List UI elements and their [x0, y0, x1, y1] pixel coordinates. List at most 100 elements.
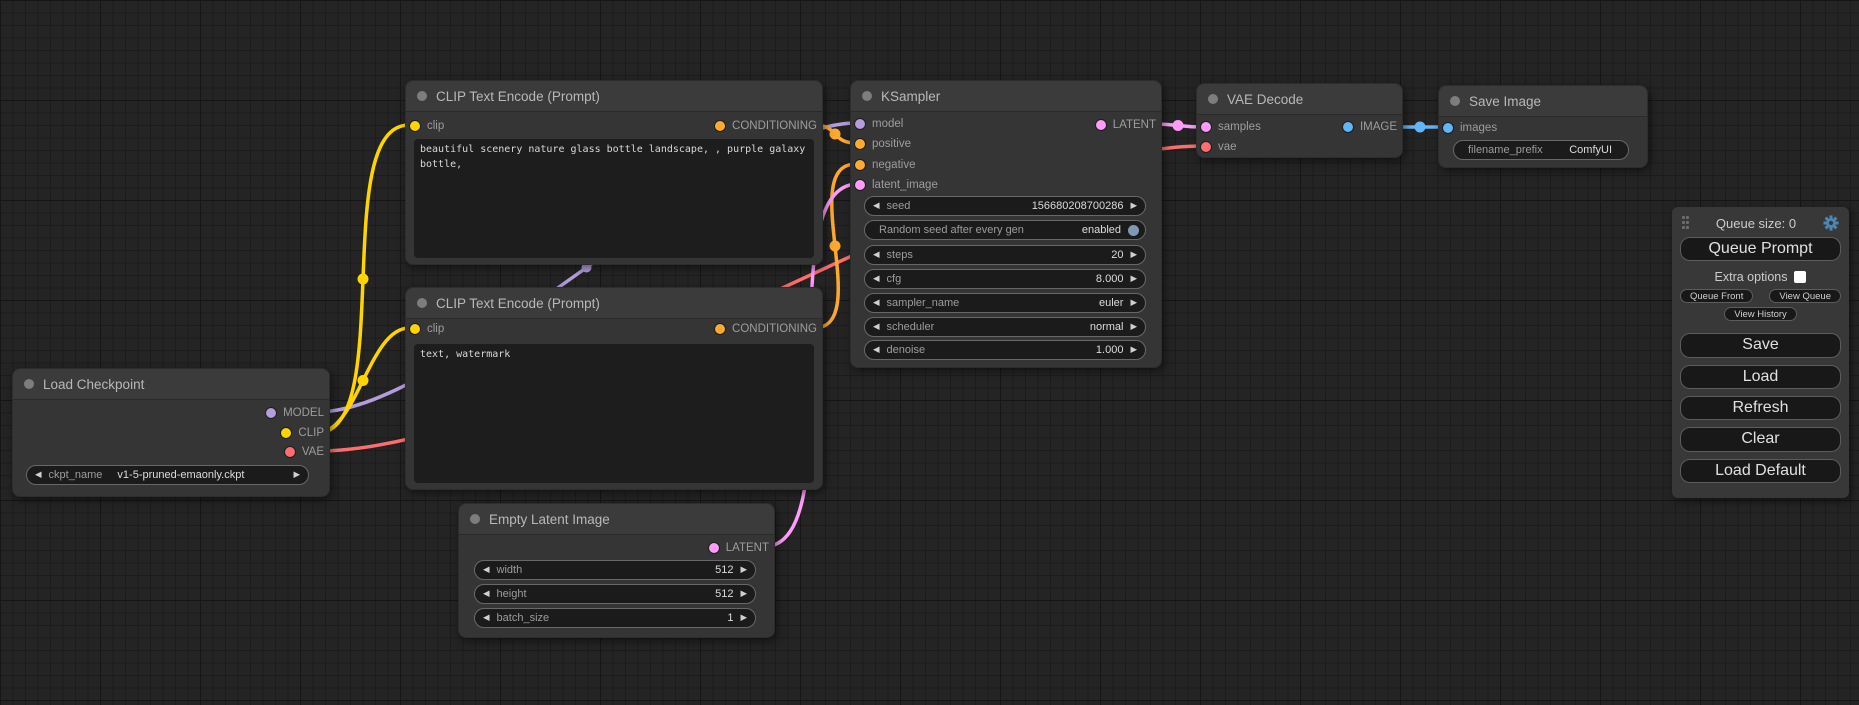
queue-front-button[interactable]: Queue Front [1680, 289, 1753, 303]
widget-height[interactable]: ◀ height 512 ▶ [474, 584, 756, 604]
decrement-arrow-icon[interactable]: ◀ [873, 323, 880, 332]
widget-steps[interactable]: ◀ steps 20 ▶ [864, 245, 1146, 265]
widget-sampler-name[interactable]: ◀ sampler_name euler ▶ [864, 293, 1146, 313]
prompt-textarea[interactable]: beautiful scenery nature glass bottle la… [414, 139, 814, 258]
decrement-arrow-icon[interactable]: ◀ [483, 590, 490, 599]
port-label: VAE [302, 446, 324, 458]
decrement-arrow-icon[interactable]: ◀ [35, 471, 42, 480]
widget-denoise[interactable]: ◀ denoise 1.000 ▶ [864, 340, 1146, 360]
collapse-dot-icon[interactable] [862, 91, 872, 101]
node-title-bar[interactable]: Save Image [1439, 86, 1647, 117]
increment-arrow-icon[interactable]: ▶ [1130, 202, 1137, 211]
settings-gear-icon[interactable] [1823, 215, 1839, 231]
collapse-dot-icon[interactable] [1208, 94, 1218, 104]
node-title-bar[interactable]: KSampler [851, 81, 1161, 112]
widget-label: sampler_name [887, 297, 960, 309]
port-dot-image[interactable] [1443, 123, 1453, 133]
collapse-dot-icon[interactable] [1450, 96, 1460, 106]
decrement-arrow-icon[interactable]: ◀ [483, 614, 490, 623]
collapse-dot-icon[interactable] [470, 514, 480, 524]
node-vae-decode[interactable]: VAE Decode samples IMAGE vae [1196, 83, 1403, 158]
node-save-image[interactable]: Save Image images filename_prefix ComfyU… [1438, 85, 1648, 168]
increment-arrow-icon[interactable]: ▶ [1130, 323, 1137, 332]
widget-random-seed-toggle[interactable]: Random seed after every gen enabled [864, 220, 1146, 240]
node-ksampler[interactable]: KSampler model LATENT positive negative … [850, 80, 1162, 368]
input-port-images: images [1443, 118, 1497, 138]
collapse-dot-icon[interactable] [24, 379, 34, 389]
decrement-arrow-icon[interactable]: ◀ [873, 202, 880, 211]
port-dot-model[interactable] [855, 119, 865, 129]
increment-arrow-icon[interactable]: ▶ [1130, 299, 1137, 308]
port-dot-conditioning[interactable] [855, 160, 865, 170]
input-port-samples: samples [1201, 117, 1261, 137]
node-title-bar[interactable]: CLIP Text Encode (Prompt) [406, 81, 822, 112]
port-dot-conditioning[interactable] [715, 324, 725, 334]
load-button[interactable]: Load [1680, 365, 1841, 389]
drag-handle-icon[interactable] [1682, 216, 1689, 230]
node-empty-latent-image[interactable]: Empty Latent Image LATENT ◀ width 512 ▶ … [458, 503, 775, 638]
increment-arrow-icon[interactable]: ▶ [740, 566, 747, 575]
extra-options-checkbox[interactable] [1794, 271, 1806, 283]
queue-prompt-button[interactable]: Queue Prompt [1680, 237, 1841, 261]
input-port-vae: vae [1201, 137, 1237, 157]
widget-value: 512 [715, 588, 733, 600]
node-clip-text-encode-positive[interactable]: CLIP Text Encode (Prompt) clip CONDITION… [405, 80, 823, 265]
node-title-bar[interactable]: Load Checkpoint [13, 369, 329, 400]
widget-label: steps [887, 249, 913, 261]
decrement-arrow-icon[interactable]: ◀ [873, 346, 880, 355]
port-dot-latent[interactable] [855, 180, 865, 190]
toggle-dot[interactable] [1128, 225, 1139, 236]
input-port-clip: clip [410, 116, 444, 136]
widget-value: 20 [1111, 249, 1123, 261]
port-dot-clip[interactable] [410, 324, 420, 334]
increment-arrow-icon[interactable]: ▶ [740, 614, 747, 623]
widget-cfg[interactable]: ◀ cfg 8.000 ▶ [864, 269, 1146, 289]
port-dot-clip[interactable] [281, 428, 291, 438]
increment-arrow-icon[interactable]: ▶ [1130, 275, 1137, 284]
increment-arrow-icon[interactable]: ▶ [1130, 251, 1137, 260]
widget-scheduler[interactable]: ◀ scheduler normal ▶ [864, 317, 1146, 337]
port-dot-vae[interactable] [285, 447, 295, 457]
node-title: KSampler [881, 89, 940, 104]
node-title-bar[interactable]: VAE Decode [1197, 84, 1402, 115]
widget-ckpt-name[interactable]: ◀ ckpt_name v1-5-pruned-emaonly.ckpt ▶ [26, 465, 309, 485]
decrement-arrow-icon[interactable]: ◀ [873, 299, 880, 308]
widget-width[interactable]: ◀ width 512 ▶ [474, 560, 756, 580]
clear-button[interactable]: Clear [1680, 427, 1841, 451]
increment-arrow-icon[interactable]: ▶ [1130, 346, 1137, 355]
collapse-dot-icon[interactable] [417, 91, 427, 101]
decrement-arrow-icon[interactable]: ◀ [873, 275, 880, 284]
node-title-bar[interactable]: CLIP Text Encode (Prompt) [406, 288, 822, 319]
decrement-arrow-icon[interactable]: ◀ [873, 251, 880, 260]
port-dot-image[interactable] [1343, 122, 1353, 132]
node-load-checkpoint[interactable]: Load Checkpoint MODEL CLIP VAE ◀ ckpt_na… [12, 368, 330, 497]
decrement-arrow-icon[interactable]: ◀ [483, 566, 490, 575]
node-graph-canvas[interactable]: Load Checkpoint MODEL CLIP VAE ◀ ckpt_na… [0, 0, 1859, 705]
port-dot-latent[interactable] [1201, 122, 1211, 132]
increment-arrow-icon[interactable]: ▶ [293, 471, 300, 480]
port-label: CONDITIONING [732, 323, 817, 335]
prompt-textarea[interactable]: text, watermark [414, 344, 814, 483]
node-title: VAE Decode [1227, 92, 1303, 107]
port-label: IMAGE [1360, 121, 1397, 133]
port-dot-latent[interactable] [1096, 120, 1106, 130]
port-dot-model[interactable] [266, 408, 276, 418]
widget-seed[interactable]: ◀ seed 156680208700286 ▶ [864, 196, 1146, 216]
port-dot-clip[interactable] [410, 121, 420, 131]
node-title-bar[interactable]: Empty Latent Image [459, 504, 774, 535]
view-history-button[interactable]: View History [1724, 307, 1797, 321]
increment-arrow-icon[interactable]: ▶ [740, 590, 747, 599]
collapse-dot-icon[interactable] [417, 298, 427, 308]
widget-batch-size[interactable]: ◀ batch_size 1 ▶ [474, 608, 756, 628]
save-button[interactable]: Save [1680, 333, 1841, 357]
node-clip-text-encode-negative[interactable]: CLIP Text Encode (Prompt) clip CONDITION… [405, 287, 823, 490]
port-dot-conditioning[interactable] [855, 139, 865, 149]
view-queue-button[interactable]: View Queue [1769, 289, 1841, 303]
port-dot-latent[interactable] [709, 543, 719, 553]
port-dot-conditioning[interactable] [715, 121, 725, 131]
refresh-button[interactable]: Refresh [1680, 396, 1841, 420]
load-default-button[interactable]: Load Default [1680, 459, 1841, 483]
widget-filename-prefix[interactable]: filename_prefix ComfyUI [1453, 140, 1629, 160]
widget-label: height [497, 588, 527, 600]
port-dot-vae[interactable] [1201, 142, 1211, 152]
